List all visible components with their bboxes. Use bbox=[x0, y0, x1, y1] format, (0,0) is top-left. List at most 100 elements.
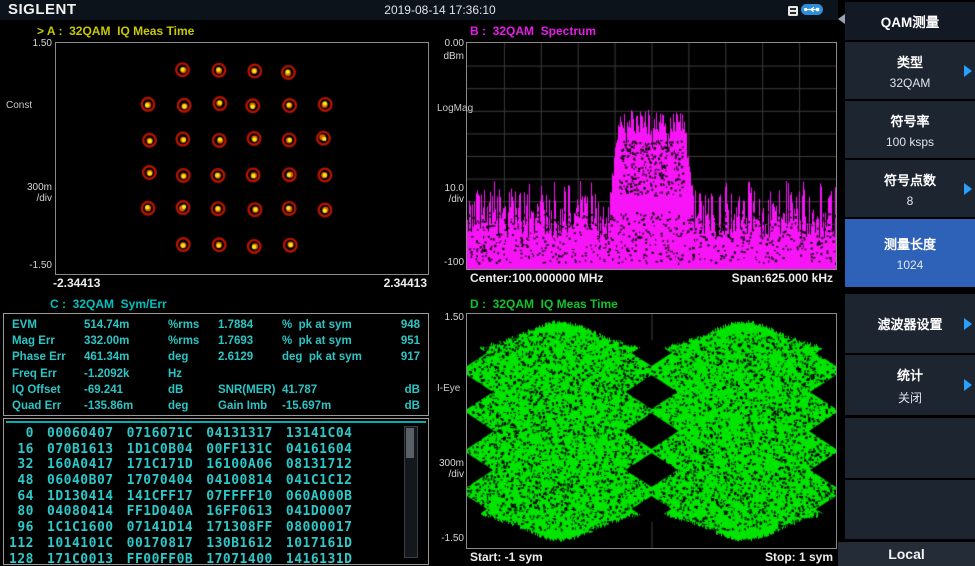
symbol-hex-group: 160A0417 bbox=[47, 457, 114, 473]
d-y-bottom-tick: -1.50 bbox=[430, 533, 464, 544]
constellation-plot[interactable] bbox=[55, 42, 429, 275]
softkey-统计[interactable]: 统计关闭 bbox=[845, 355, 975, 415]
symbol-hex-group: 00060407 bbox=[47, 426, 114, 442]
symbol-hex-group: 171C171D bbox=[127, 457, 194, 473]
panel-d-title: D : 32QAM IQ Meas Time bbox=[470, 297, 618, 311]
symbol-row: 641D130414141CFF1707FFFF10060A000B bbox=[8, 489, 353, 505]
softkey-blank-6 bbox=[845, 418, 975, 478]
softkey-符号率[interactable]: 符号率100 ksps bbox=[845, 101, 975, 158]
symbol-table-box[interactable]: 0000604070716071C0413131713141C0416070B1… bbox=[3, 418, 429, 565]
eye-diagram-plot[interactable] bbox=[466, 313, 837, 549]
symbol-hex-group: 1D1C0B04 bbox=[127, 442, 194, 458]
measurement-box[interactable]: EVM514.74m%rms1.7884% pk at sym948Mag Er… bbox=[3, 313, 429, 416]
datetime-label: 2019-08-14 17:36:10 bbox=[340, 3, 540, 17]
symbol-index: 112 bbox=[8, 536, 34, 552]
symbol-hex-group: 08131712 bbox=[286, 457, 353, 473]
spectrum-canvas bbox=[467, 43, 836, 269]
symbol-hex-group: 07141D14 bbox=[127, 520, 194, 536]
symbol-hex-group: 1C1C1600 bbox=[47, 520, 114, 536]
symbol-row: 8004080414FF1D040A16FF0613041D0007 bbox=[8, 504, 353, 520]
usb-icon bbox=[801, 3, 823, 21]
symbol-hex-group: 04161604 bbox=[286, 442, 353, 458]
symbol-hex-group: 141CFF17 bbox=[127, 489, 194, 505]
storage-icon bbox=[787, 4, 799, 22]
active-window-marker: > bbox=[37, 24, 44, 38]
measurement-row: Phase Err461.34mdeg2.6129deg pk at sym91… bbox=[12, 351, 420, 367]
symbol-hex-group: 171C0013 bbox=[47, 552, 114, 566]
b-center-freq: Center:100.000000 MHz bbox=[470, 271, 603, 285]
submenu-arrow-icon bbox=[964, 318, 972, 330]
softkey-滤波器设置[interactable]: 滤波器设置 bbox=[845, 294, 975, 353]
symbol-hex-group: 16100A06 bbox=[206, 457, 273, 473]
symbol-row: 128171C0013FF00FF0B170714001416131D bbox=[8, 552, 353, 566]
symbol-index: 64 bbox=[8, 489, 34, 505]
siglent-logo: SIGLENT bbox=[8, 1, 77, 18]
symbol-scrollbar-thumb[interactable] bbox=[406, 428, 414, 458]
a-y-bottom-tick: -1.50 bbox=[16, 260, 52, 271]
a-y-scale: 300m bbox=[16, 182, 52, 193]
b-y-bottom-tick: -100 bbox=[430, 257, 464, 268]
softkey-menu: QAM测量 类型32QAM符号率100 ksps符号点数8测量长度1024 滤波器… bbox=[838, 0, 975, 566]
a-x-right-tick: 2.34413 bbox=[360, 276, 427, 290]
a-x-left-tick: -2.34413 bbox=[53, 276, 100, 290]
symbol-hex-group: 13141C04 bbox=[286, 426, 353, 442]
symbol-index: 0 bbox=[8, 426, 34, 442]
b-y-scale-unit: /div bbox=[430, 194, 464, 205]
measurement-row: Mag Err332.00m%rms1.7693% pk at sym951 bbox=[12, 335, 420, 351]
d-y-top-tick: 1.50 bbox=[430, 312, 464, 323]
measurement-table: EVM514.74m%rms1.7884% pk at sym948Mag Er… bbox=[12, 319, 420, 416]
local-button[interactable]: Local bbox=[838, 542, 975, 566]
a-y-top-tick: 1.50 bbox=[18, 38, 52, 49]
b-ref-unit: dBm bbox=[430, 51, 464, 62]
symbol-hex-group: 1017161D bbox=[286, 536, 353, 552]
symbol-index: 96 bbox=[8, 520, 34, 536]
d-y-scale: 300m bbox=[430, 458, 464, 469]
b-y-scale: 10.0 bbox=[430, 183, 464, 194]
symbol-hex-group: 00170817 bbox=[127, 536, 194, 552]
symbol-hex-group: FF00FF0B bbox=[127, 552, 194, 566]
symbol-hex-group: 04080414 bbox=[47, 504, 114, 520]
menu-collapse-icon[interactable] bbox=[838, 14, 845, 24]
symbol-hex-group: 07FFFF10 bbox=[206, 489, 273, 505]
measurement-row: Quad Err-135.86mdegGain Imb-15.697mdB bbox=[12, 400, 420, 416]
constellation-canvas bbox=[56, 43, 428, 274]
symbol-hex-group: 1416131D bbox=[286, 552, 353, 566]
symbol-hex-group: FF1D040A bbox=[127, 504, 194, 520]
spectrum-plot[interactable] bbox=[466, 42, 837, 270]
symbol-hex-group: 1D130414 bbox=[47, 489, 114, 505]
symbol-index: 32 bbox=[8, 457, 34, 473]
symbol-hex-group: 070B1613 bbox=[47, 442, 114, 458]
d-start-label: Start: -1 sym bbox=[470, 550, 543, 564]
d-stop-label: Stop: 1 sym bbox=[720, 550, 833, 564]
softkey-符号点数[interactable]: 符号点数8 bbox=[845, 160, 975, 217]
d-y-axis-label: I-Eye bbox=[437, 383, 460, 394]
menu-header: QAM测量 bbox=[845, 2, 975, 40]
symbol-hex-group: 1014101C bbox=[47, 536, 114, 552]
softkey-类型[interactable]: 类型32QAM bbox=[845, 42, 975, 99]
measurement-row: Freq Err-1.2092kHz bbox=[12, 368, 420, 384]
b-y-axis-label: LogMag bbox=[437, 103, 473, 114]
eye-diagram-canvas bbox=[467, 314, 836, 548]
softkey-blank-7 bbox=[845, 480, 975, 539]
symbol-hex-group: 130B1612 bbox=[206, 536, 273, 552]
symbol-hex-group: 041C1C12 bbox=[286, 473, 353, 489]
symbol-hex-group: 04131317 bbox=[206, 426, 273, 442]
measurement-row: EVM514.74m%rms1.7884% pk at sym948 bbox=[12, 319, 420, 335]
panel-b-title: B : 32QAM Spectrum bbox=[470, 24, 596, 38]
panel-c-title: C : 32QAM Sym/Err bbox=[50, 297, 167, 311]
symbol-scrollbar[interactable] bbox=[404, 426, 418, 558]
analyzer-screen: SIGLENT 2019-08-14 17:36:10 > A : 32QAM … bbox=[0, 0, 975, 566]
symbol-hex-group: 0716071C bbox=[127, 426, 194, 442]
symbol-hex-group: 06040B07 bbox=[47, 473, 114, 489]
submenu-arrow-icon bbox=[964, 65, 972, 77]
symbol-hex-group: 17070404 bbox=[127, 473, 194, 489]
symbol-hex-group: 04100814 bbox=[206, 473, 273, 489]
b-ref-level: 0.00 bbox=[430, 38, 464, 49]
panel-a-title: > A : 32QAM IQ Meas Time bbox=[37, 24, 194, 38]
a-y-axis-label: Const bbox=[6, 100, 32, 111]
symbol-hex-group: 08000017 bbox=[286, 520, 353, 536]
softkey-测量长度[interactable]: 测量长度1024 bbox=[845, 219, 975, 287]
d-y-scale-unit: /div bbox=[430, 469, 464, 480]
symbol-index: 48 bbox=[8, 473, 34, 489]
symbol-index: 80 bbox=[8, 504, 34, 520]
